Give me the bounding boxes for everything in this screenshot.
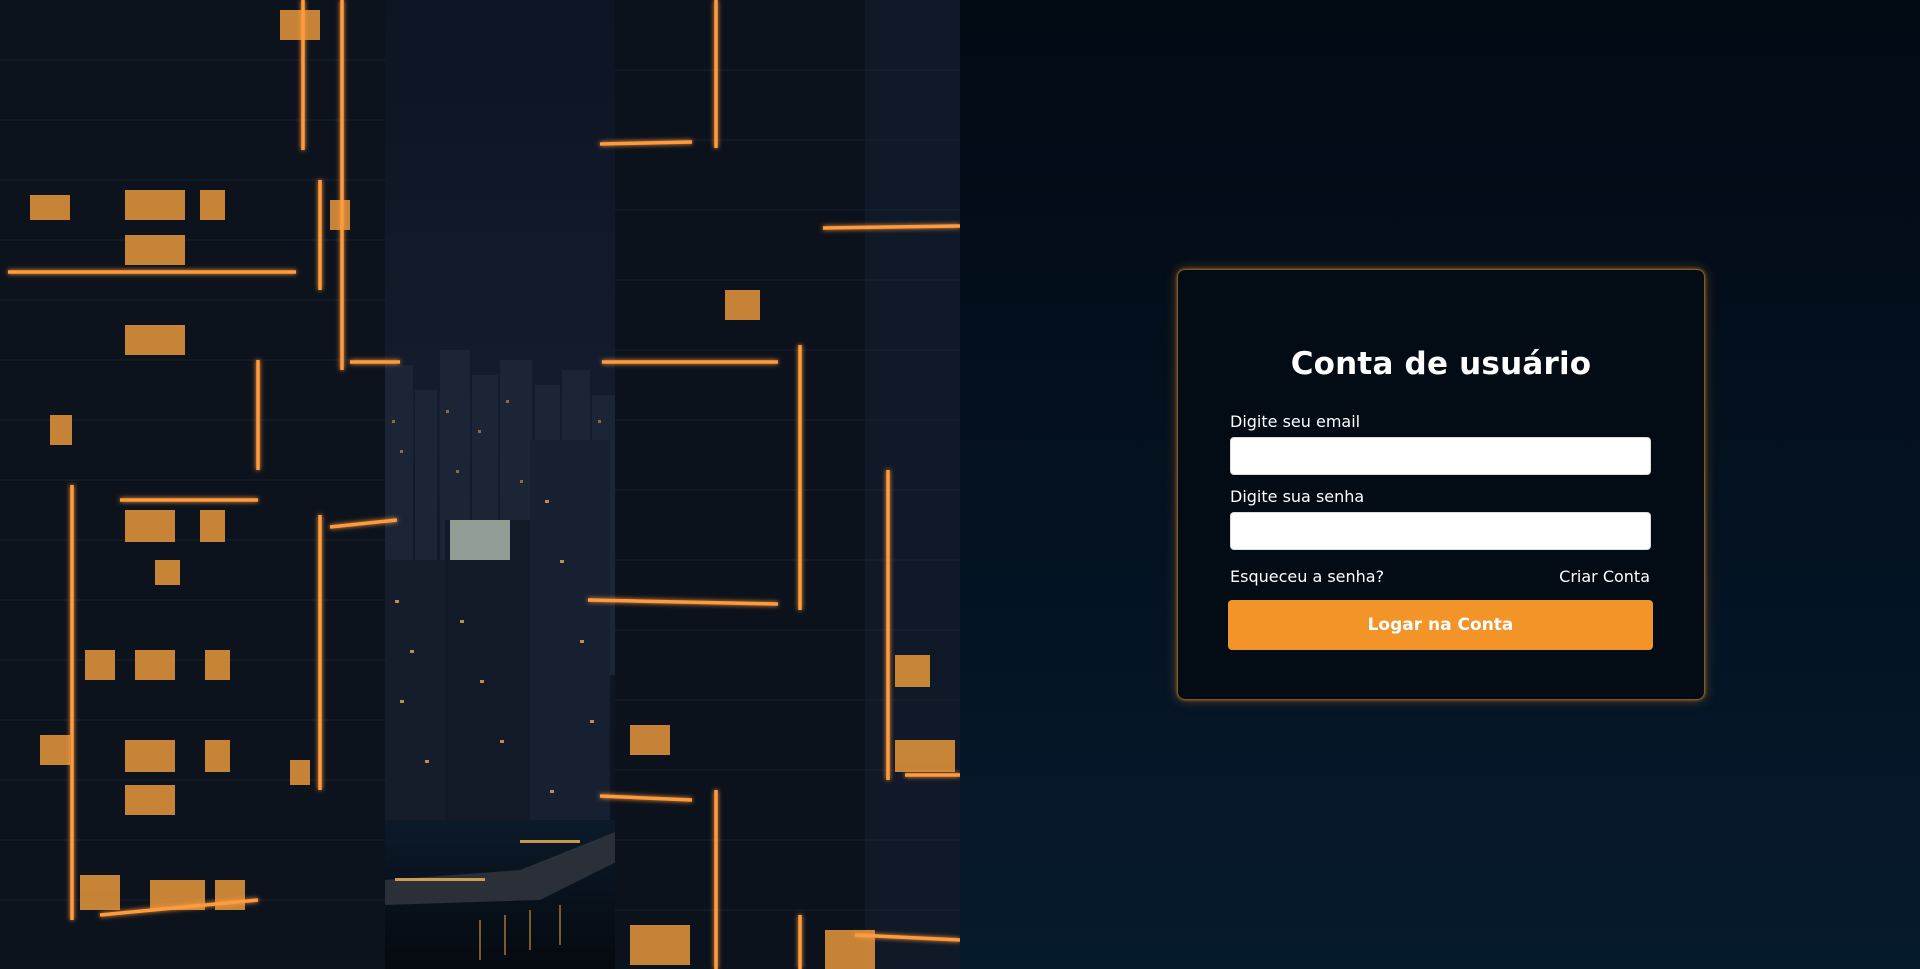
login-area: Conta de usuário Digite seu email Digite… <box>960 0 1920 969</box>
login-button[interactable]: Logar na Conta <box>1228 600 1653 650</box>
password-label: Digite sua senha <box>1230 487 1365 506</box>
create-account-link[interactable]: Criar Conta <box>1559 567 1650 586</box>
form-title: Conta de usuário <box>1290 346 1592 382</box>
forgot-password-link[interactable]: Esqueceu a senha? <box>1230 567 1384 586</box>
password-input[interactable] <box>1230 512 1651 550</box>
email-input[interactable] <box>1230 437 1651 475</box>
city-night-photo-icon <box>0 0 960 969</box>
hero-image <box>0 0 960 969</box>
login-page: Conta de usuário Digite seu email Digite… <box>0 0 1920 969</box>
email-label: Digite seu email <box>1230 412 1361 431</box>
login-form: Conta de usuário Digite seu email Digite… <box>1177 269 1705 700</box>
